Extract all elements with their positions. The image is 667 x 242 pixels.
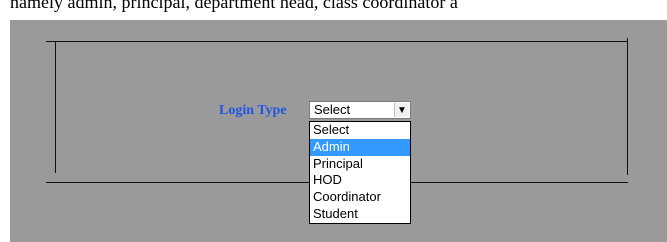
option-select[interactable]: Select xyxy=(310,122,410,139)
chevron-down-icon[interactable]: ▼ xyxy=(394,103,409,117)
option-hod[interactable]: HOD xyxy=(310,172,410,189)
option-student[interactable]: Student xyxy=(310,206,410,223)
top-caption-text: namely admin, principal, department head… xyxy=(0,0,667,13)
login-type-label: Login Type xyxy=(219,103,287,118)
frame-left-border xyxy=(55,41,56,173)
frame-right-border xyxy=(627,38,628,175)
option-principal[interactable]: Principal xyxy=(310,156,410,173)
select-current-value: Select xyxy=(314,102,351,117)
option-coordinator[interactable]: Coordinator xyxy=(310,189,410,206)
option-admin[interactable]: Admin xyxy=(310,138,410,156)
login-type-dropdown-list: Select Admin Principal HOD Coordinator S… xyxy=(309,121,411,224)
login-type-select[interactable]: Select ▼ xyxy=(309,101,411,119)
frame-top-border xyxy=(46,41,628,42)
